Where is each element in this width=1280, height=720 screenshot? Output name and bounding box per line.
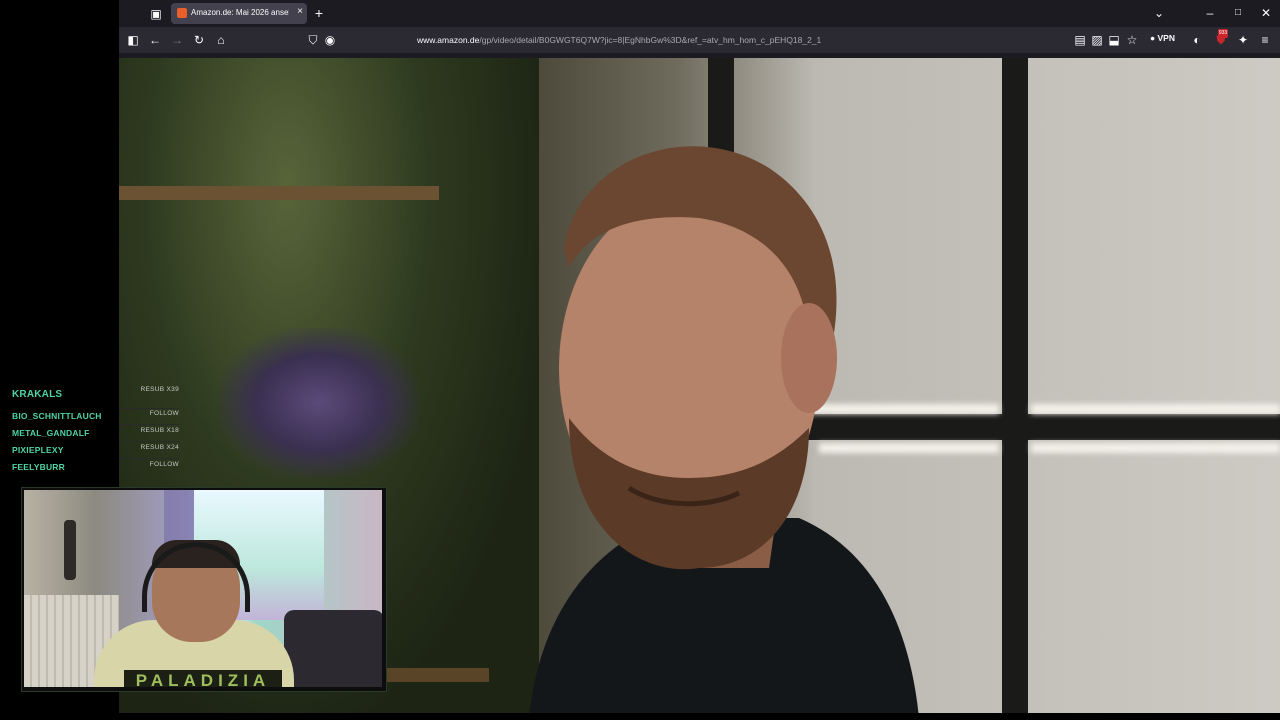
address-bar[interactable]: www.amazon.de/gp/video/detail/B0GWGT6Q7W…	[417, 35, 821, 45]
light-strip-right	[1031, 404, 1280, 414]
shield-icon[interactable]: ⛉	[305, 33, 321, 47]
event-tag: RESUB X39	[140, 386, 179, 393]
event-name: FEELYBURR	[12, 462, 65, 472]
event-divider	[119, 424, 179, 425]
recent-events-list: KRAKALS RESUB X39 BIO_SCHNITTLAUCH FOLLO…	[0, 384, 190, 474]
event-divider	[119, 441, 179, 442]
event-name: METAL_GANDALF	[12, 428, 90, 438]
tab-bar: ▣ Amazon.de: Mai 2026 ansehen × + ⌄ – □ …	[119, 0, 1280, 27]
puzzle-icon[interactable]: ✦	[1235, 33, 1251, 47]
nav-bar: ◧ ← → ↻ ⌂ ⛉ ◉ www.amazon.de/gp/video/det…	[119, 27, 1280, 53]
lavender-plant	[219, 328, 419, 478]
webcam-figurine	[64, 520, 76, 580]
vpn-icon: ●	[1150, 33, 1158, 43]
channel-logo: PALADIZIA	[124, 670, 282, 687]
reader-icon[interactable]: ▤	[1072, 33, 1088, 47]
new-tab-button[interactable]: +	[311, 6, 327, 20]
reload-icon[interactable]: ↻	[191, 33, 207, 47]
extension-icon[interactable]: ◐	[1189, 33, 1205, 47]
event-name: BIO_SCHNITTLAUCH	[12, 411, 102, 421]
event-divider	[119, 458, 179, 459]
bookmark-star-icon[interactable]: ☆	[1124, 33, 1140, 47]
event-name: PIXIEPLEXY	[12, 445, 64, 455]
close-window-icon[interactable]: ✕	[1258, 6, 1274, 20]
maximize-icon[interactable]: □	[1230, 6, 1246, 20]
ublock-badge: 933	[1218, 29, 1228, 38]
event-divider	[119, 408, 179, 409]
event-tag: RESUB X18	[140, 427, 179, 434]
webcam-feed: PALADIZIA	[24, 490, 382, 687]
forward-icon[interactable]: →	[169, 33, 185, 47]
list-all-tabs-icon[interactable]: ⌄	[1151, 6, 1167, 20]
sidebar-icon[interactable]: ◧	[125, 33, 141, 47]
browser-chrome: ▣ Amazon.de: Mai 2026 ansehen × + ⌄ – □ …	[119, 0, 1280, 58]
lock-icon[interactable]: ◉	[322, 33, 338, 47]
event-tag: FOLLOW	[149, 410, 179, 417]
light-strip-lower-right	[1031, 443, 1280, 453]
vpn-label: VPN	[1157, 33, 1175, 43]
url-path: /gp/video/detail/B0GWGT6Q7W?jic=8|EgNhbG…	[479, 35, 822, 45]
menu-icon[interactable]: ≡	[1257, 33, 1273, 47]
tab-amazon[interactable]: Amazon.de: Mai 2026 ansehen ×	[171, 3, 307, 24]
webcam-chair	[284, 610, 382, 687]
url-domain: www.amazon.de	[417, 35, 480, 45]
interviewee-figure	[529, 146, 919, 713]
window-frame-right	[1002, 58, 1028, 713]
vpn-button[interactable]: ● VPN	[1150, 33, 1175, 43]
webcam-overlay: PALADIZIA	[21, 487, 387, 692]
picture-in-picture-icon[interactable]: ▨	[1089, 33, 1105, 47]
amazon-favicon-icon	[177, 8, 187, 18]
back-icon[interactable]: ←	[147, 33, 163, 47]
event-tag: FOLLOW	[149, 461, 179, 468]
tab-title: Amazon.de: Mai 2026 ansehen	[191, 8, 289, 17]
tab-overview-icon[interactable]: ▣	[148, 7, 164, 21]
download-icon[interactable]: ⬓	[1106, 33, 1122, 47]
wooden-shelf-top	[119, 186, 439, 200]
tab-close-icon[interactable]: ×	[297, 6, 303, 17]
event-tag: RESUB X24	[140, 444, 179, 451]
home-icon[interactable]: ⌂	[213, 33, 229, 47]
event-name: KRAKALS	[12, 389, 63, 400]
minimize-icon[interactable]: –	[1202, 6, 1218, 20]
